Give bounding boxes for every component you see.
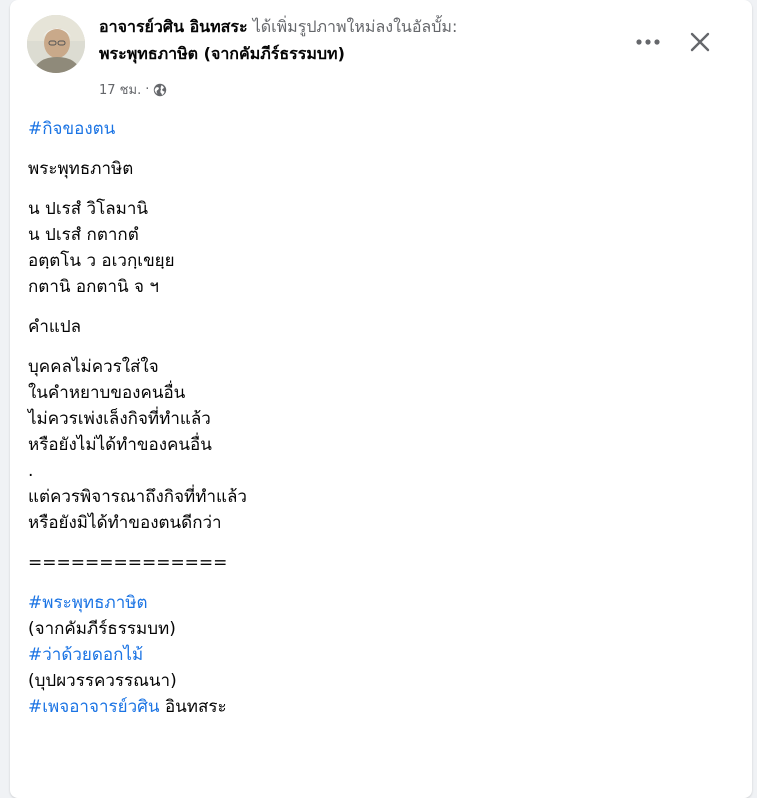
translation-line: หรือยังมิได้ทำของตนดีกว่า [28,513,222,533]
translation-line: ไม่ควรเพ่งเล็งกิจที่ทำแล้ว [28,409,211,429]
translation-line: แต่ควรพิจารณาถึงกิจที่ทำแล้ว [28,487,247,507]
divider-text: ============== [28,553,228,573]
translation-line: . [28,461,34,481]
close-button[interactable] [680,24,720,60]
translation-heading: คำแปล [28,317,82,337]
source-note: (บุปผวรรควรรณนา) [28,671,177,691]
author-name[interactable]: อาจารย์วศิน อินทสระ [99,17,248,36]
hashtag-link[interactable]: #ว่าด้วยดอกไม้ [28,645,143,665]
more-horizontal-icon [636,39,660,45]
avatar[interactable] [27,15,85,73]
album-link[interactable]: พระพุทธภาษิต (จากคัมภีร์ธรรมบท) [99,43,619,65]
hashtag-link[interactable]: #กิจของตน [28,119,115,139]
post-title: พระพุทธภาษิต [28,159,134,179]
globe-icon[interactable] [153,83,167,97]
pali-line: น ปเรสํ วิโลมานิ [28,199,149,219]
post-meta: 17 ชม. · [99,79,167,100]
translation-line: บุคคลไม่ควรใส่ใจ [28,357,159,377]
source-note: (จากคัมภีร์ธรรมบท) [28,619,176,639]
hashtag-link[interactable]: #เพจอาจารย์วศิน [28,697,160,717]
post-action-text: ได้เพิ่มรูปภาพใหม่ลงในอัลบั้ม: [252,17,458,36]
post-timestamp[interactable]: 17 ชม. [99,79,141,100]
header-line: อาจารย์วศิน อินทสระ ได้เพิ่มรูปภาพใหม่ลง… [99,16,619,38]
post-header: อาจารย์วศิน อินทสระ ได้เพิ่มรูปภาพใหม่ลง… [99,16,619,65]
hashtag-link[interactable]: #พระพุทธภาษิต [28,593,148,613]
post-body: #กิจของตน พระพุทธภาษิต น ปเรสํ วิโลมานิ … [28,116,728,720]
avatar-photo [27,15,85,73]
pali-line: กตานิ อกตานิ จ ฯ [28,277,159,297]
close-icon [690,32,710,52]
translation-line: ในคำหยาบของคนอื่น [28,383,186,403]
pali-line: น ปเรสํ กตากตํ [28,225,139,245]
post-card: อาจารย์วศิน อินทสระ ได้เพิ่มรูปภาพใหม่ลง… [10,0,752,798]
more-options-button[interactable] [630,26,666,58]
pali-line: อตฺตโน ว อเวกฺเขยฺย [28,251,175,271]
meta-separator: · [145,82,150,97]
translation-line: หรือยังไม่ได้ทำของคนอื่น [28,435,212,455]
hashtag-suffix: อินทสระ [159,697,227,717]
